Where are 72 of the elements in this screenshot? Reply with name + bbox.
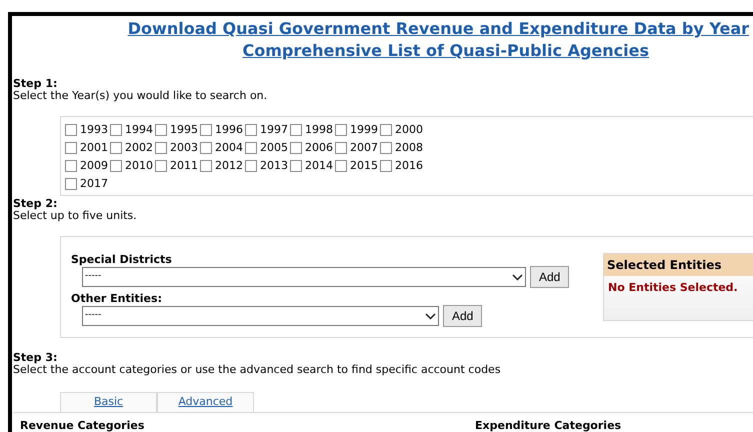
- entity-dropdown[interactable]: -----: [82, 267, 526, 287]
- year-label: 2016: [395, 158, 423, 174]
- year-checkbox[interactable]: [155, 160, 167, 172]
- add-button[interactable]: Add: [530, 266, 570, 288]
- year-checkbox[interactable]: [380, 142, 392, 154]
- year-checkbox[interactable]: [380, 160, 392, 172]
- year-checkbox[interactable]: [335, 142, 347, 154]
- year-label: 2017: [80, 176, 108, 192]
- step-title: Step 1:: [13, 78, 58, 90]
- entity-dropdown[interactable]: -----: [82, 306, 439, 326]
- year-checkbox[interactable]: [290, 142, 302, 154]
- year-checkbox[interactable]: [200, 142, 212, 154]
- year-checkbox[interactable]: [110, 124, 122, 136]
- year-checkbox[interactable]: [65, 178, 77, 190]
- year-label: 1993: [80, 122, 108, 138]
- year-checkbox[interactable]: [110, 160, 122, 172]
- year-label: 2005: [260, 140, 288, 156]
- year-label: 2004: [215, 140, 243, 156]
- year-checkbox[interactable]: [200, 124, 212, 136]
- year-checkbox[interactable]: [245, 160, 257, 172]
- step-instruction: Select the account categories or use the advanced search to find specific account codes: [13, 364, 502, 376]
- year-checkbox[interactable]: [335, 160, 347, 172]
- empty-message: No Entities Selected.: [607, 280, 739, 296]
- tab[interactable]: Basic: [60, 392, 157, 412]
- year-checkbox[interactable]: [245, 124, 257, 136]
- year-label: 2010: [125, 158, 153, 174]
- chevron-down-icon: [512, 274, 523, 280]
- header-link[interactable]: Comprehensive List of Quasi-Public Agencies: [242, 40, 649, 62]
- year-label: 2002: [125, 140, 153, 156]
- chevron-down-icon: [425, 312, 436, 320]
- add-button[interactable]: Add: [443, 305, 482, 327]
- field-label: Other Entities:: [71, 292, 163, 306]
- panel-header: Selected Entities: [604, 254, 753, 276]
- year-checkbox[interactable]: [380, 124, 392, 136]
- year-label: 1998: [305, 122, 333, 138]
- year-checkbox[interactable]: [65, 142, 77, 154]
- year-checkbox[interactable]: [155, 124, 167, 136]
- year-label: 1996: [215, 122, 243, 138]
- year-label: 2009: [80, 158, 108, 174]
- year-label: 2003: [170, 140, 198, 156]
- year-label: 1995: [170, 122, 198, 138]
- year-label: 2012: [215, 158, 243, 174]
- tab[interactable]: Advanced: [157, 392, 254, 412]
- year-label: 2000: [395, 122, 423, 138]
- year-checkbox[interactable]: [155, 142, 167, 154]
- field-label: Special Districts: [71, 253, 173, 267]
- year-label: 1999: [350, 122, 378, 138]
- year-label: 2006: [305, 140, 333, 156]
- year-label: 2007: [350, 140, 378, 156]
- year-label: 2011: [170, 158, 198, 174]
- header-link[interactable]: Download Quasi Government Revenue and Expenditure Data by Year: [128, 18, 749, 40]
- year-checkbox[interactable]: [290, 124, 302, 136]
- year-label: 2001: [80, 140, 108, 156]
- year-checkbox[interactable]: [110, 142, 122, 154]
- year-label: 2014: [305, 158, 333, 174]
- year-checkbox[interactable]: [65, 160, 77, 172]
- year-checkbox[interactable]: [65, 124, 77, 136]
- year-label: 1994: [125, 122, 153, 138]
- year-label: 2015: [350, 158, 378, 174]
- step-title: Step 3:: [13, 352, 58, 364]
- year-label: 1997: [260, 122, 288, 138]
- column-heading: Expenditure Categories: [475, 418, 622, 432]
- step-instruction: Select up to five units.: [13, 210, 138, 222]
- year-label: 2013: [260, 158, 288, 174]
- step-instruction: Select the Year(s) you would like to search on.: [13, 90, 268, 102]
- year-checkbox[interactable]: [200, 160, 212, 172]
- year-checkbox[interactable]: [245, 142, 257, 154]
- year-label: 2008: [395, 140, 423, 156]
- year-checkbox[interactable]: [335, 124, 347, 136]
- year-checkbox[interactable]: [290, 160, 302, 172]
- column-heading: Revenue Categories: [20, 418, 146, 432]
- step-title: Step 2:: [13, 198, 58, 210]
